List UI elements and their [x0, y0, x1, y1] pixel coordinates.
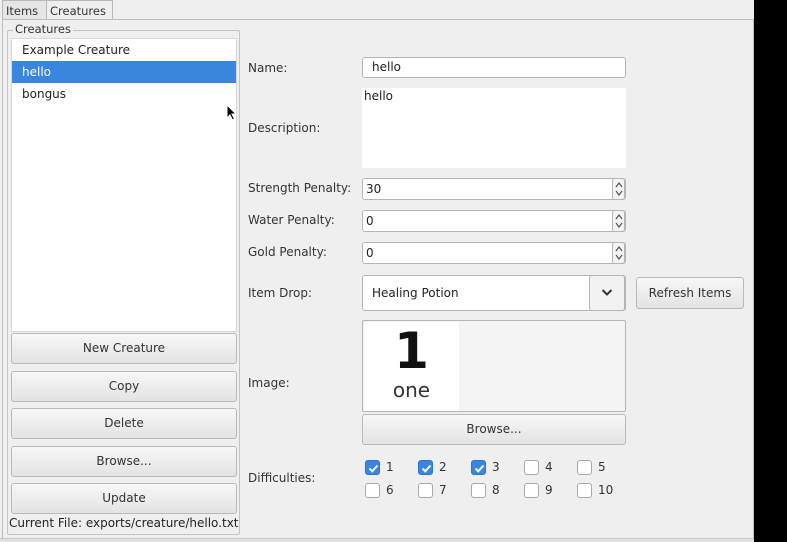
checkmark-icon [365, 460, 380, 475]
checkbox-box [365, 483, 380, 498]
item-drop-combobox[interactable]: Healing Potion [362, 275, 626, 311]
checkbox-box [577, 483, 592, 498]
description-textarea[interactable]: hello [362, 88, 626, 168]
difficulty-label: 7 [439, 483, 447, 497]
window-bottom-edge [0, 538, 754, 542]
image-preview: 1 one [362, 320, 626, 412]
spin-arrows-icon[interactable] [612, 242, 625, 264]
list-item[interactable]: Example Creature [12, 39, 236, 61]
tab-creatures[interactable]: Creatures [46, 0, 113, 21]
difficulty-label: 6 [386, 483, 394, 497]
difficulty-label: 2 [439, 460, 447, 474]
water-penalty-label: Water Penalty: [248, 213, 335, 227]
image-number: 1 [394, 322, 429, 380]
difficulties-label: Difficulties: [248, 471, 316, 485]
item-drop-value: Healing Potion [372, 286, 459, 300]
strength-penalty-spinbox[interactable]: 30 [362, 178, 626, 200]
water-penalty-spinbox[interactable]: 0 [362, 210, 626, 232]
creature-image: 1 one [364, 322, 459, 411]
refresh-items-button[interactable]: Refresh Items [636, 277, 744, 309]
chevron-down-icon[interactable] [589, 275, 625, 311]
difficulty-label: 10 [598, 483, 614, 497]
spin-arrows-icon[interactable] [612, 210, 625, 232]
difficulty-label: 1 [386, 460, 394, 474]
strength-penalty-label: Strength Penalty: [248, 181, 352, 195]
water-penalty-value: 0 [366, 214, 374, 228]
checkmark-icon [471, 460, 486, 475]
creature-list[interactable]: Example Creature hello bongus [11, 38, 237, 332]
name-label: Name: [248, 61, 288, 75]
checkbox-box [524, 483, 539, 498]
strength-penalty-value: 30 [366, 182, 382, 196]
image-word: one [392, 378, 431, 402]
checkmark-icon [418, 460, 433, 475]
difficulty-label: 4 [545, 460, 553, 474]
checkbox-box [577, 460, 592, 475]
mouse-pointer-icon [226, 104, 237, 121]
list-item[interactable]: hello [12, 61, 236, 83]
description-label: Description: [248, 121, 321, 135]
creatures-group-title: Creatures [13, 22, 73, 36]
difficulty-label: 9 [545, 483, 553, 497]
browse-file-button[interactable]: Browse... [11, 446, 237, 477]
tab-items[interactable]: Items [2, 0, 47, 20]
update-button[interactable]: Update [11, 483, 237, 514]
name-field[interactable]: hello [362, 57, 626, 78]
copy-button[interactable]: Copy [11, 371, 237, 402]
difficulty-label: 3 [492, 460, 500, 474]
delete-button[interactable]: Delete [11, 408, 237, 439]
checkbox-box [471, 483, 486, 498]
current-file-label: Current File: exports/creature/hello.txt [9, 516, 239, 530]
difficulty-label: 8 [492, 483, 500, 497]
image-label: Image: [248, 376, 290, 390]
creatures-group: Creatures Example Creature hello bongus … [7, 22, 240, 535]
gold-penalty-spinbox[interactable]: 0 [362, 242, 626, 264]
app-window: Items Creatures Creatures Example Creatu… [0, 0, 754, 542]
difficulty-label: 5 [598, 460, 606, 474]
checkbox-box [418, 483, 433, 498]
browse-image-button[interactable]: Browse... [362, 414, 626, 445]
item-drop-label: Item Drop: [248, 286, 313, 300]
checkbox-box [524, 460, 539, 475]
spin-arrows-icon[interactable] [612, 178, 625, 200]
new-creature-button[interactable]: New Creature [11, 333, 237, 364]
list-item[interactable]: bongus [12, 83, 236, 105]
gold-penalty-value: 0 [366, 246, 374, 260]
gold-penalty-label: Gold Penalty: [248, 245, 327, 259]
